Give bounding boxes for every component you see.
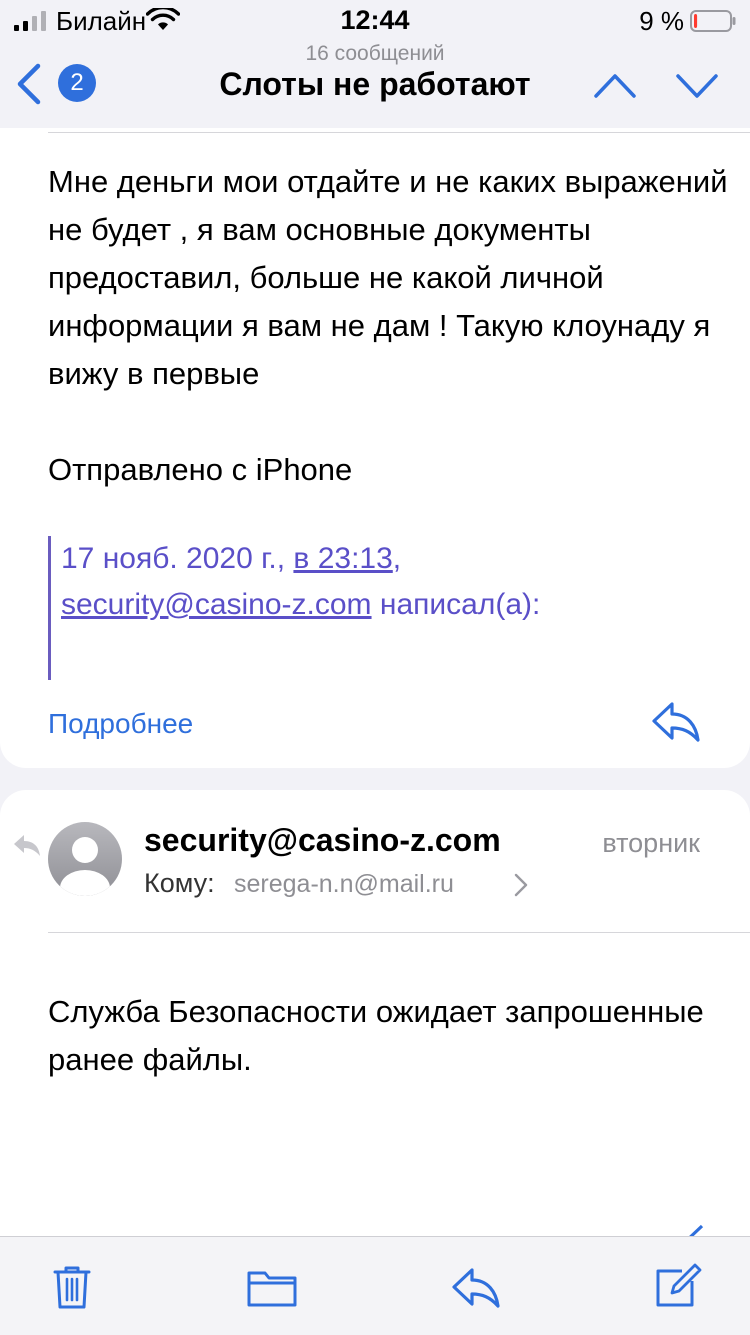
recipient-label: Кому: — [144, 868, 215, 898]
recipient-email[interactable]: serega-n.n@mail.ru — [234, 870, 454, 899]
reply-icon[interactable] — [650, 698, 702, 744]
navigation-bar: 2 16 сообщений Слоты не работают — [0, 40, 750, 129]
divider — [48, 132, 750, 133]
quote-email-link[interactable]: security@casino-z.com — [61, 588, 372, 621]
message-count: 16 сообщений — [305, 42, 445, 65]
message-card-current: security@casino-z.com вторник Кому: sere… — [0, 790, 750, 1260]
message-text: Служба Безопасности ожидает запрошенные … — [48, 994, 704, 1077]
message-text: Мне деньги мои отдайте и не каких выраже… — [48, 164, 728, 391]
carrier-name: Билайн — [56, 6, 147, 36]
reply-icon[interactable] — [450, 1263, 502, 1311]
quote-comma: , — [392, 542, 402, 575]
compose-icon[interactable] — [652, 1263, 704, 1311]
battery-icon — [690, 10, 736, 32]
message-date: вторник — [602, 828, 700, 858]
chevron-right-icon[interactable] — [512, 872, 530, 898]
folder-icon[interactable] — [246, 1263, 298, 1311]
message-signature: Отправлено с iPhone — [48, 452, 353, 487]
chevron-down-icon[interactable] — [674, 68, 720, 102]
more-details-link[interactable]: Подробнее — [48, 708, 193, 740]
wifi-icon — [146, 8, 180, 30]
quoted-header: 17 нояб. 2020 г., в 23:13, security@casi… — [48, 536, 711, 680]
quote-date: 17 нояб. 2020 г., — [61, 542, 286, 575]
message-card-previous: Мне деньги мои отдайте и не каких выраже… — [0, 128, 750, 768]
status-bar: Билайн 12:44 9 % — [0, 0, 750, 40]
avatar-person-icon — [60, 837, 110, 896]
sender-email[interactable]: security@casino-z.com — [144, 822, 501, 859]
chevron-up-icon[interactable] — [592, 68, 638, 102]
quote-time-link[interactable]: в 23:13 — [293, 542, 392, 575]
signal-icon — [14, 11, 46, 31]
replied-indicator-icon — [14, 835, 40, 856]
trash-icon[interactable] — [46, 1263, 98, 1311]
message-body: Мне деньги мои отдайте и не каких выраже… — [48, 158, 728, 494]
divider — [48, 932, 750, 933]
battery-percent: 9 % — [639, 6, 684, 36]
quote-wrote: написал(а): — [379, 588, 541, 621]
bottom-toolbar — [0, 1236, 750, 1335]
avatar[interactable] — [48, 822, 122, 896]
